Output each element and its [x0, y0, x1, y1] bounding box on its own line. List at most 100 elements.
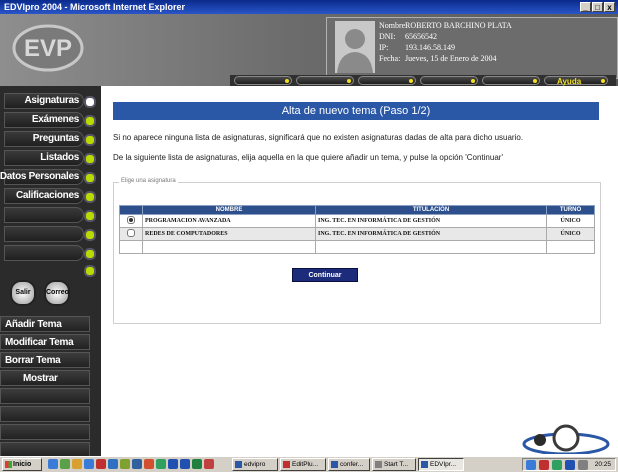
- submenu-mostrar[interactable]: Mostrar: [0, 370, 90, 386]
- top-nav-button-2[interactable]: [296, 76, 354, 85]
- minimize-button[interactable]: _: [580, 2, 591, 12]
- ie-icon[interactable]: [48, 459, 58, 469]
- sidebar-item-asignaturas[interactable]: Asignaturas: [4, 93, 84, 109]
- task-edvipro[interactable]: edvipro: [232, 458, 278, 471]
- subject-turno: ÚNICO: [546, 227, 595, 241]
- subjects-table: NOMBRE TITULACIÓN TURNO PROGRAMACION AVA…: [119, 205, 595, 254]
- active-indicator-icon: [84, 96, 96, 108]
- word-icon[interactable]: [180, 459, 190, 469]
- help-label: Ayuda: [557, 77, 582, 86]
- top-nav-button-5[interactable]: [482, 76, 540, 85]
- top-nav-button-1[interactable]: [234, 76, 292, 85]
- subject-titulacion: ING. TEC. EN INFORMÁTICA DE GESTIÓN: [315, 214, 547, 228]
- volume-icon[interactable]: [578, 460, 588, 470]
- task-editplus[interactable]: EditPlu...: [280, 458, 326, 471]
- folder-icon[interactable]: [72, 459, 82, 469]
- task-start[interactable]: Start T...: [372, 458, 416, 471]
- sidebar-item-calificaciones[interactable]: Calificaciones: [4, 188, 84, 204]
- submenu-anadir-tema[interactable]: Añadir Tema: [0, 316, 90, 332]
- subject-name: REDES DE COMPUTADORES: [142, 227, 316, 241]
- tray-icon[interactable]: [565, 460, 575, 470]
- bullet-icon: [84, 191, 96, 203]
- correo-button[interactable]: Correo: [44, 280, 70, 306]
- bullet-icon: [84, 229, 96, 241]
- table-row[interactable]: REDES DE COMPUTADORES ING. TEC. EN INFOR…: [119, 227, 595, 241]
- instruction-message: De la siguiente lista de asignaturas, el…: [113, 153, 503, 162]
- sidebar-item-empty: [4, 245, 84, 261]
- app-icon[interactable]: [204, 459, 214, 469]
- sidebar-item-listados[interactable]: Listados: [4, 150, 84, 166]
- page-title: Alta de nuevo tema (Paso 1/2): [113, 102, 599, 120]
- app-icon[interactable]: [156, 459, 166, 469]
- outlook-icon[interactable]: [84, 459, 94, 469]
- table-row[interactable]: PROGRAMACION AVANZADA ING. TEC. EN INFOR…: [119, 214, 595, 228]
- task-conference[interactable]: confer...: [328, 458, 370, 471]
- bullet-icon: [84, 265, 96, 277]
- close-button[interactable]: x: [604, 2, 615, 12]
- app-header: EVP Nombre: ROBERTO BARCHINO PLATA DNI: …: [0, 14, 618, 86]
- column-header-nombre: NOMBRE: [142, 205, 316, 215]
- tray-icon[interactable]: [552, 460, 562, 470]
- sidebar-item-examenes[interactable]: Exámenes: [4, 112, 84, 128]
- user-ip: 193.146.58.149: [405, 43, 455, 52]
- subject-fieldset: Elige una asignatura NOMBRE TITULACIÓN T…: [113, 178, 601, 324]
- submenu-borrar-tema[interactable]: Borrar Tema: [0, 352, 90, 368]
- user-ip-label: IP:: [379, 43, 389, 52]
- app-icon[interactable]: [108, 459, 118, 469]
- bullet-icon: [84, 134, 96, 146]
- window-title-bar[interactable]: EDVIpro 2004 - Microsoft Internet Explor…: [0, 0, 618, 14]
- subject-titulacion: ING. TEC. EN INFORMÁTICA DE GESTIÓN: [315, 227, 547, 241]
- window-title: EDVIpro 2004 - Microsoft Internet Explor…: [4, 2, 186, 12]
- subject-radio[interactable]: [127, 229, 135, 237]
- edvi-logo-icon: EVP: [12, 24, 84, 72]
- maximize-button[interactable]: □: [592, 2, 603, 12]
- continue-button[interactable]: Continuar: [292, 268, 358, 282]
- help-button[interactable]: Ayuda: [544, 76, 608, 86]
- subject-turno: ÚNICO: [546, 214, 595, 228]
- subject-radio[interactable]: [127, 216, 135, 224]
- salir-button[interactable]: Salir: [10, 280, 36, 306]
- sidebar: Asignaturas Exámenes Preguntas Listados …: [0, 86, 101, 458]
- user-photo: [335, 21, 375, 73]
- user-name: ROBERTO BARCHINO PLATA: [405, 21, 512, 30]
- sidebar-item-preguntas[interactable]: Preguntas: [4, 131, 84, 147]
- user-dni-label: DNI:: [379, 32, 396, 41]
- system-tray: 20:25: [522, 458, 616, 471]
- top-nav-button-4[interactable]: [420, 76, 478, 85]
- user-dni: 65656542: [405, 32, 437, 41]
- tray-icon[interactable]: [526, 460, 536, 470]
- user-date-label: Fecha:: [379, 54, 401, 63]
- decorative-swirl-icon: [522, 424, 610, 454]
- app-icon[interactable]: [96, 459, 106, 469]
- excel-icon[interactable]: [192, 459, 202, 469]
- bullet-icon: [84, 210, 96, 222]
- app-icon[interactable]: [144, 459, 154, 469]
- submenu-empty: [0, 388, 90, 404]
- app-icon[interactable]: [132, 459, 142, 469]
- user-info-panel: Nombre: ROBERTO BARCHINO PLATA DNI: 6565…: [326, 17, 618, 79]
- sidebar-item-datos-personales[interactable]: Datos Personales: [0, 169, 84, 185]
- windows-logo-icon: [5, 461, 12, 468]
- task-edvipro-ie[interactable]: EDVIpr...: [418, 458, 464, 471]
- clock: 20:25: [594, 461, 611, 468]
- user-name-label: Nombre:: [379, 21, 408, 30]
- sidebar-item-empty: [4, 207, 84, 223]
- top-nav-strip: Ayuda: [230, 75, 616, 86]
- select-column-header: [119, 205, 143, 215]
- info-message: Si no aparece ninguna lista de asignatur…: [113, 133, 524, 142]
- taskbar: Inicio edvipro EditPlu... confer... Star…: [0, 456, 618, 472]
- tray-icon[interactable]: [539, 460, 549, 470]
- subject-name: PROGRAMACION AVANZADA: [142, 214, 316, 228]
- start-button[interactable]: Inicio: [2, 458, 42, 471]
- submenu-modificar-tema[interactable]: Modificar Tema: [0, 334, 90, 350]
- start-label: Inicio: [13, 461, 32, 468]
- app-icon[interactable]: [120, 459, 130, 469]
- user-silhouette-icon: [337, 29, 373, 73]
- fieldset-legend: Elige una asignatura: [119, 178, 178, 184]
- bullet-icon: [84, 172, 96, 184]
- word-icon[interactable]: [168, 459, 178, 469]
- column-header-turno: TURNO: [546, 205, 595, 215]
- desktop-icon[interactable]: [60, 459, 70, 469]
- top-nav-button-3[interactable]: [358, 76, 416, 85]
- column-header-titulacion: TITULACIÓN: [315, 205, 547, 215]
